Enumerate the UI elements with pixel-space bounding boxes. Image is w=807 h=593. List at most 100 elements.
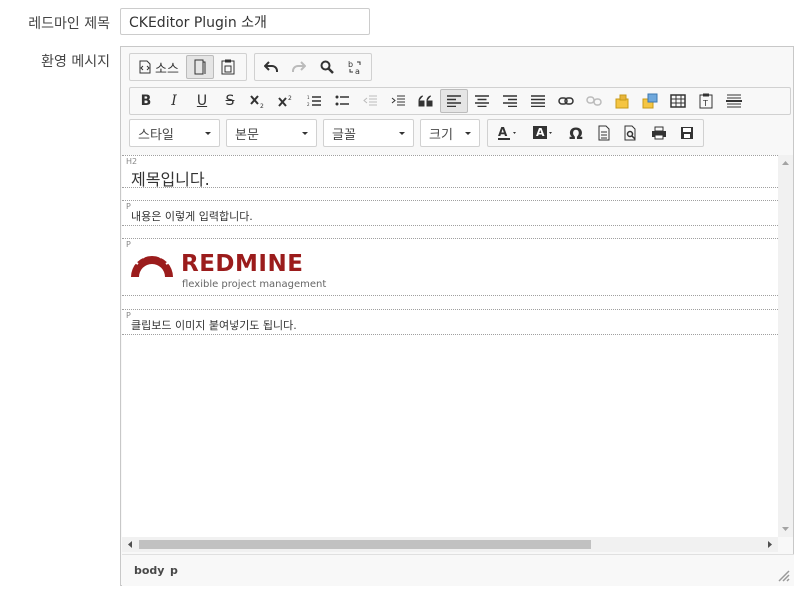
subscript-icon: 2 [250, 95, 264, 108]
svg-text:2: 2 [288, 95, 292, 102]
flag-icon [615, 94, 629, 109]
path-item-body[interactable]: body [134, 564, 164, 577]
bold-button[interactable]: B [132, 89, 160, 113]
align-right-icon [503, 95, 517, 107]
print-button[interactable] [645, 121, 673, 145]
format-combo[interactable]: 본문 [226, 119, 317, 147]
redmine-logo-text: REDMINE [181, 251, 304, 277]
underline-button[interactable]: U [188, 89, 216, 113]
align-left-icon [447, 95, 461, 107]
undo-icon [264, 61, 278, 72]
welcome-message-label: 환영 메시지 [41, 54, 110, 70]
special-char-button[interactable]: Ω [562, 121, 590, 145]
align-right-button[interactable] [496, 89, 524, 113]
chevron-down-icon [465, 132, 471, 135]
paragraph-text: 클립보드 이미지 붙여넣기도 됩니다. [131, 319, 297, 332]
horizontal-rule-icon [726, 94, 742, 108]
toolbar-group-formatting: B I U S 2 2 12 T [129, 87, 791, 115]
editor-content-area[interactable]: H2 제목입니다. P 내용은 이렇게 입력합니다. P REDMINE fle… [122, 155, 778, 537]
horizontal-rule-button[interactable] [720, 89, 748, 113]
strikethrough-button[interactable]: S [216, 89, 244, 113]
chevron-down-icon [302, 132, 308, 135]
unlink-button[interactable] [580, 89, 608, 113]
paragraph-block[interactable]: P 내용은 이렇게 입력합니다. [122, 200, 778, 226]
font-combo[interactable]: 글꼴 [323, 119, 414, 147]
redmine-logo-image[interactable]: REDMINE flexible project management [129, 245, 339, 291]
scroll-left-icon [128, 541, 132, 548]
paste-text-button[interactable]: T [692, 89, 720, 113]
bulleted-list-icon [335, 95, 349, 106]
image-button[interactable] [636, 89, 664, 113]
styles-combo-label: 스타일 [138, 127, 174, 143]
paragraph-block[interactable]: P 클립보드 이미지 붙여넣기도 됩니다. [122, 309, 778, 335]
outdent-icon [363, 95, 377, 106]
path-item-p[interactable]: p [170, 564, 178, 577]
outdent-button[interactable] [356, 89, 384, 113]
svg-text:A: A [536, 126, 545, 139]
font-size-combo-label: 크기 [429, 127, 453, 143]
undo-button[interactable] [257, 55, 285, 79]
indent-button[interactable] [384, 89, 412, 113]
templates-button[interactable] [590, 121, 618, 145]
styles-combo[interactable]: 스타일 [129, 119, 220, 147]
replace-button[interactable]: ba [341, 55, 369, 79]
align-left-button[interactable] [440, 89, 468, 113]
save-button[interactable] [673, 121, 701, 145]
chevron-down-icon [205, 132, 211, 135]
source-icon [139, 60, 151, 74]
align-center-button[interactable] [468, 89, 496, 113]
clipboard-icon: T [699, 93, 713, 109]
anchor-button[interactable] [608, 89, 636, 113]
horizontal-scroll-thumb[interactable] [139, 540, 591, 549]
align-center-icon [475, 95, 489, 107]
find-button[interactable] [313, 55, 341, 79]
blockquote-button[interactable] [412, 89, 440, 113]
svg-text:2: 2 [260, 103, 264, 108]
table-button[interactable] [664, 89, 692, 113]
rich-text-editor: 소스 ba B I U S 2 2 1 2 T 스타일 본문 글꼴 크기 A A… [120, 46, 794, 586]
format-combo-label: 본문 [235, 127, 259, 143]
heading-text: 제목입니다. [131, 170, 210, 189]
title-input[interactable] [120, 8, 370, 35]
paste-icon [221, 59, 235, 75]
italic-button[interactable]: I [160, 89, 188, 113]
background-color-button[interactable]: A [526, 121, 562, 145]
source-button-label: 소스 [155, 61, 179, 77]
save-icon [681, 127, 694, 139]
link-button[interactable] [552, 89, 580, 113]
document-icon [194, 59, 206, 75]
autogrow-button[interactable] [185, 55, 214, 79]
horizontal-scrollbar[interactable] [122, 537, 778, 552]
numbered-list-button[interactable]: 12 [300, 89, 328, 113]
background-color-icon: A [533, 126, 552, 139]
source-button[interactable]: 소스 [132, 55, 186, 79]
print-icon [652, 126, 667, 140]
font-size-combo[interactable]: 크기 [420, 119, 480, 147]
justify-button[interactable] [524, 89, 552, 113]
superscript-button[interactable]: 2 [272, 89, 300, 113]
toolbar-group-document: 소스 [129, 53, 247, 81]
redo-button[interactable] [285, 55, 313, 79]
text-color-button[interactable]: A [490, 121, 526, 145]
paste-button[interactable] [214, 55, 242, 79]
svg-text:T: T [702, 99, 708, 108]
indent-icon [391, 95, 405, 106]
svg-text:b: b [348, 60, 353, 69]
toolbar-group-undo: ba [254, 53, 372, 81]
image-block[interactable]: P REDMINE flexible project management [122, 238, 778, 296]
svg-text:a: a [355, 67, 360, 75]
bulleted-list-button[interactable] [328, 89, 356, 113]
redmine-logo-subtext: flexible project management [182, 279, 327, 290]
subscript-button[interactable]: 2 [244, 89, 272, 113]
superscript-icon: 2 [278, 95, 292, 107]
resize-handle-icon[interactable] [778, 570, 790, 582]
font-combo-label: 글꼴 [332, 127, 356, 143]
redo-icon [292, 61, 306, 72]
table-icon [670, 94, 686, 108]
search-icon [320, 60, 334, 74]
link-icon [558, 97, 574, 105]
svg-text:1: 1 [307, 95, 310, 100]
vertical-scrollbar[interactable] [778, 155, 793, 537]
preview-button[interactable] [618, 121, 646, 145]
heading-block[interactable]: H2 제목입니다. [122, 155, 778, 189]
